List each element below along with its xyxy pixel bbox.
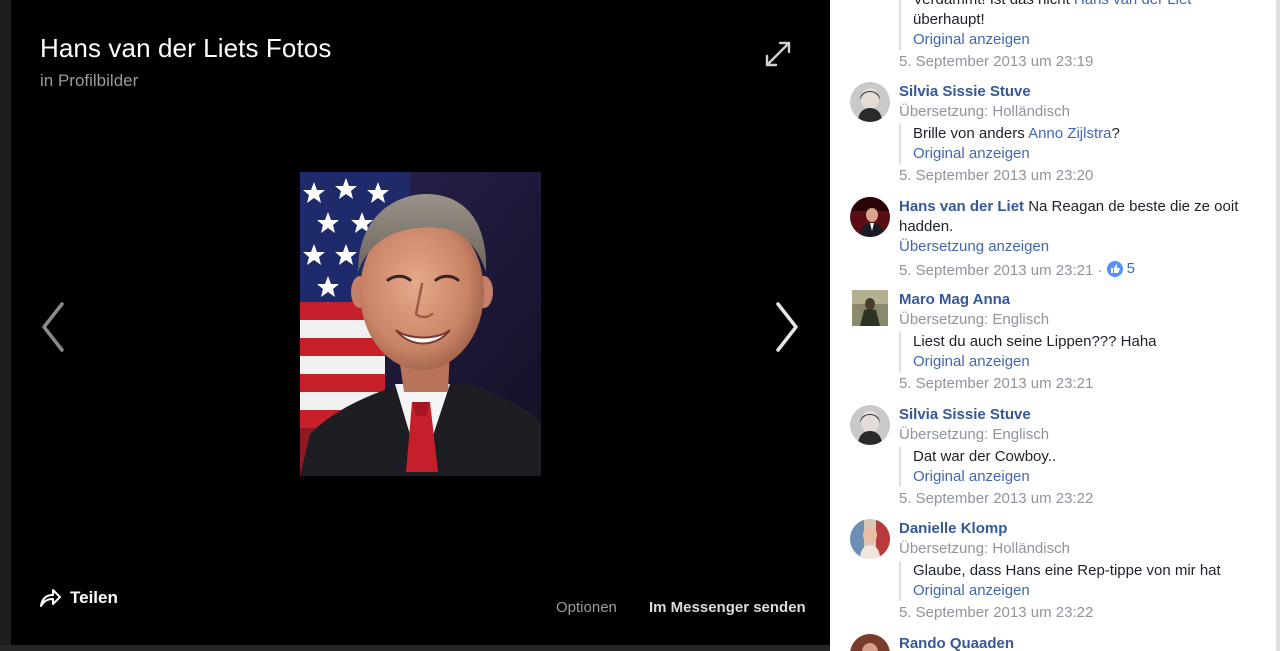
- share-arrow-icon: [40, 589, 61, 607]
- comment-timestamp[interactable]: 5. September 2013 um 23:21: [899, 262, 1093, 279]
- comment-quote: Dat war der Cowboy.. Original anzeigen: [899, 447, 1259, 487]
- options-button[interactable]: Optionen: [556, 598, 617, 618]
- chevron-right-icon: [776, 302, 798, 352]
- photo-theater: Hans van der Liets Fotos in Profilbilder: [0, 0, 1280, 651]
- like-count: 5: [1126, 260, 1135, 277]
- comment-text: Hans van der Liet Na Reagan de beste die…: [899, 197, 1259, 237]
- album-subtitle[interactable]: in Profilbilder: [40, 71, 138, 91]
- reactions[interactable]: 5: [1106, 259, 1135, 279]
- comment-text-part: ?: [1111, 125, 1120, 142]
- send-in-messenger-button[interactable]: Im Messenger senden: [649, 598, 806, 618]
- viewer-bottom-strip: [0, 645, 830, 651]
- portrait-image: [300, 172, 541, 476]
- comments-panel: Verdammt! Ist das nicht Hans van der Lie…: [830, 0, 1280, 651]
- comment-timestamp[interactable]: 5. September 2013 um 23:22: [899, 489, 1259, 509]
- show-original-link[interactable]: Original anzeigen: [913, 352, 1259, 372]
- avatar-image: [850, 634, 890, 651]
- comment-quote: Brille von anders Anno Zijlstra? Origina…: [899, 124, 1259, 164]
- comment-text: Brille von anders Anno Zijlstra?: [913, 124, 1259, 144]
- next-photo-button[interactable]: [766, 298, 806, 356]
- viewer-left-edge: [0, 0, 11, 651]
- profile-photo[interactable]: [300, 172, 541, 476]
- show-original-link[interactable]: Original anzeigen: [913, 144, 1259, 164]
- comment-meta: 5. September 2013 um 23:21 · 5: [899, 259, 1259, 281]
- comment-timestamp[interactable]: 5. September 2013 um 23:19: [899, 52, 1259, 72]
- avatar[interactable]: [852, 290, 888, 326]
- avatar[interactable]: [850, 197, 890, 237]
- album-title[interactable]: Hans van der Liets Fotos: [40, 32, 331, 64]
- comment-quote: Glaube, dass Hans eine Rep-tippe von mir…: [899, 561, 1259, 601]
- avatar-image: [850, 519, 890, 559]
- comment-timestamp[interactable]: 5. September 2013 um 23:20: [899, 166, 1259, 186]
- show-original-link[interactable]: Original anzeigen: [913, 581, 1259, 601]
- show-original-link[interactable]: Original anzeigen: [913, 30, 1259, 50]
- comment-timestamp[interactable]: 5. September 2013 um 23:21: [899, 374, 1259, 394]
- avatar-image: [852, 290, 888, 326]
- commenter-name[interactable]: Rando Quaaden: [899, 634, 1259, 651]
- comment-text-line: überhaupt!: [913, 11, 985, 28]
- expand-button[interactable]: [762, 38, 794, 70]
- translation-label: Übersetzung: Holländisch: [899, 103, 1070, 120]
- comment-timestamp[interactable]: 5. September 2013 um 23:22: [899, 603, 1259, 623]
- share-button[interactable]: Teilen: [38, 584, 118, 612]
- chevron-left-icon: [42, 302, 64, 352]
- commenter-name[interactable]: Danielle Klomp: [899, 519, 1259, 539]
- photo-viewer: Hans van der Liets Fotos in Profilbilder: [0, 0, 830, 651]
- avatar[interactable]: [850, 405, 890, 445]
- comment-quote: Liest du auch seine Lippen??? Haha Origi…: [899, 332, 1259, 372]
- avatar-image: [850, 197, 890, 237]
- show-translation-link[interactable]: Übersetzung anzeigen: [899, 237, 1259, 257]
- avatar[interactable]: [850, 634, 890, 651]
- translation-label: Übersetzung: Englisch: [899, 311, 1050, 328]
- show-original-link[interactable]: Original anzeigen: [913, 467, 1259, 487]
- avatar[interactable]: [850, 82, 890, 122]
- translation-label: Übersetzung: Holländisch: [899, 540, 1070, 557]
- expand-icon: [765, 41, 791, 67]
- mention-link[interactable]: Anno Zijlstra: [1028, 125, 1111, 142]
- commenter-name[interactable]: Silvia Sissie Stuve: [899, 82, 1259, 102]
- commenter-name[interactable]: Hans van der Liet: [899, 198, 1024, 215]
- comment-quote: Verdammt! Ist das nicht Hans van der Lie…: [899, 0, 1259, 50]
- previous-photo-button[interactable]: [34, 298, 74, 356]
- share-label: Teilen: [70, 588, 118, 607]
- comment-text-part: Brille von anders: [913, 125, 1029, 142]
- commenter-name[interactable]: Maro Mag Anna: [899, 290, 1259, 310]
- comment-text: Verdammt! Ist das nicht Hans van der Lie…: [913, 0, 1259, 10]
- commenter-name[interactable]: Silvia Sissie Stuve: [899, 405, 1259, 425]
- comment-text-part: Verdammt! Ist das nicht: [913, 0, 1074, 8]
- thumbs-up-icon: [1106, 261, 1123, 277]
- translation-label: Übersetzung: Englisch: [899, 426, 1050, 443]
- avatar-image: [850, 82, 890, 122]
- meta-separator: ·: [1093, 262, 1107, 279]
- avatar-image: [850, 405, 890, 445]
- comment-text: Glaube, dass Hans eine Rep-tippe von mir…: [913, 562, 1221, 579]
- avatar[interactable]: [850, 519, 890, 559]
- mention-link[interactable]: Hans van der Liet: [1074, 0, 1192, 8]
- comment-text: Liest du auch seine Lippen??? Haha: [913, 333, 1157, 350]
- comment-text: Dat war der Cowboy..: [913, 448, 1057, 465]
